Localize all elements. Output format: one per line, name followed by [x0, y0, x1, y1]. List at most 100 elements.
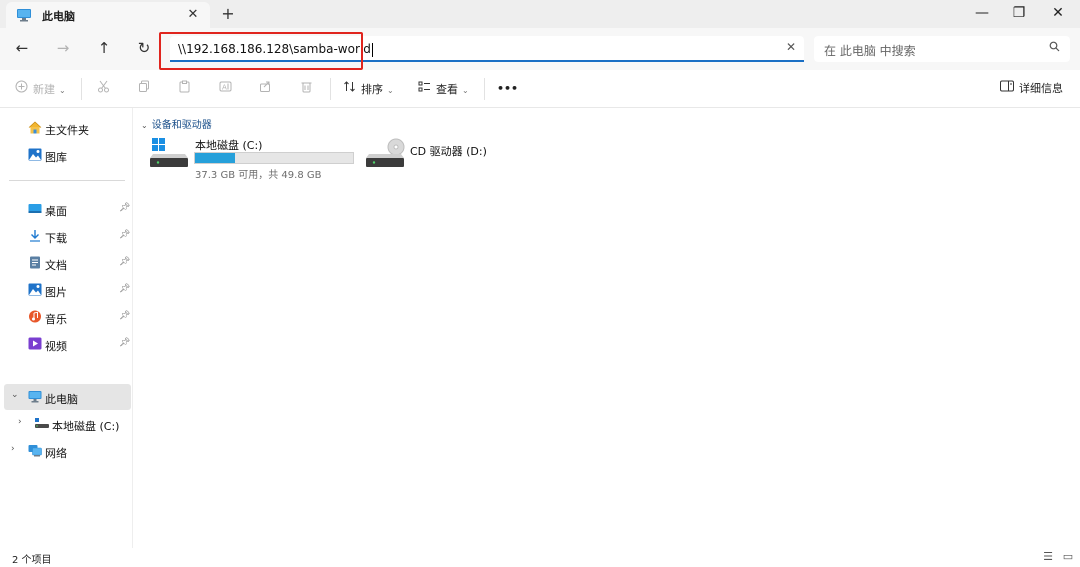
view-button[interactable]: 查看 ⌄	[417, 80, 469, 100]
chevron-down-icon[interactable]: ⌄	[11, 390, 19, 400]
up-button[interactable]: ↑	[92, 37, 116, 61]
view-icon	[417, 80, 431, 99]
sort-button[interactable]: 排序 ⌄	[342, 80, 394, 100]
navigation-bar: ← → ↑ ↻ \\192.168.186.128\samba-world ✕ …	[0, 28, 1080, 70]
details-view-icon[interactable]: ☰	[1040, 550, 1056, 564]
address-input[interactable]: \\192.168.186.128\samba-world	[178, 42, 373, 57]
network-icon	[28, 444, 42, 457]
copy-button[interactable]	[137, 80, 156, 100]
delete-button[interactable]	[299, 80, 318, 100]
search-box[interactable]: 在 此电脑 中搜索	[814, 36, 1070, 62]
chevron-right-icon[interactable]: ›	[11, 444, 15, 454]
sort-icon	[342, 80, 356, 99]
sidebar-item-pictures[interactable]: 图片 📌︎	[0, 277, 132, 303]
sidebar-item-this-pc[interactable]: ⌄ 此电脑	[4, 384, 131, 410]
share-button[interactable]	[258, 80, 277, 100]
new-button-label: 新建	[33, 83, 55, 96]
title-bar: 此电脑 ✕ + — ❐ ✕	[0, 0, 1080, 28]
sidebar-item-label: 视频	[45, 340, 67, 353]
sidebar-item-gallery[interactable]: 图库	[0, 142, 132, 168]
navigation-pane: 主文件夹 图库 桌面 📌︎ 下载 📌︎ 文档 📌︎ 图片 📌︎ 音乐 📌︎ 视频…	[0, 108, 133, 548]
svg-text:A: A	[222, 84, 227, 92]
copy-icon	[137, 80, 151, 99]
forward-button[interactable]: →	[51, 37, 75, 61]
paste-button[interactable]	[177, 80, 196, 100]
chevron-down-icon: ⌄	[387, 86, 394, 95]
tiles-view-icon[interactable]: ▭	[1060, 550, 1076, 564]
download-icon	[28, 229, 42, 242]
sidebar-item-label: 桌面	[45, 205, 67, 218]
text-caret	[371, 42, 373, 57]
search-icon[interactable]	[1049, 41, 1060, 55]
pin-icon[interactable]: 📌︎	[119, 284, 130, 294]
new-tab-button[interactable]: +	[216, 4, 240, 24]
pin-icon[interactable]: 📌︎	[119, 230, 130, 240]
chevron-down-icon: ⌄	[141, 121, 148, 130]
sidebar-divider	[9, 180, 125, 181]
maximize-button[interactable]: ❐	[999, 0, 1039, 28]
sidebar-item-documents[interactable]: 文档 📌︎	[0, 250, 132, 276]
sidebar-item-label: 文档	[45, 259, 67, 272]
drive-icon	[35, 417, 49, 430]
cut-button[interactable]	[96, 80, 115, 100]
sidebar-item-label: 网络	[45, 447, 67, 460]
chevron-right-icon[interactable]: ›	[18, 417, 22, 427]
share-icon	[258, 80, 272, 99]
pin-icon[interactable]: 📌︎	[119, 338, 130, 348]
back-button[interactable]: ←	[10, 37, 34, 61]
drive-item-c[interactable]: 本地磁盘 (C:) 37.3 GB 可用，共 49.8 GB	[150, 136, 360, 181]
sidebar-item-desktop[interactable]: 桌面 📌︎	[0, 196, 132, 222]
tab-title: 此电脑	[42, 10, 75, 23]
group-header-devices[interactable]: ⌄ 设备和驱动器	[141, 116, 212, 131]
chevron-down-icon: ⌄	[462, 86, 469, 95]
clear-address-button[interactable]: ✕	[786, 40, 796, 54]
sidebar-item-downloads[interactable]: 下载 📌︎	[0, 223, 132, 249]
details-pane-button[interactable]: 详细信息	[1000, 80, 1063, 100]
desktop-icon	[28, 202, 42, 215]
tab-this-pc[interactable]: 此电脑 ✕	[6, 2, 210, 28]
new-button[interactable]: 新建 ⌄	[14, 80, 66, 100]
sidebar-item-label: 此电脑	[45, 393, 78, 406]
view-label: 查看	[436, 83, 458, 96]
sidebar-item-home[interactable]: 主文件夹	[0, 115, 132, 141]
toolbar-divider	[330, 78, 331, 100]
group-header-label: 设备和驱动器	[151, 120, 212, 131]
cd-drive-icon	[366, 136, 406, 173]
pin-icon[interactable]: 📌︎	[119, 257, 130, 267]
drive-usage-bar	[194, 152, 354, 164]
trash-icon	[299, 80, 313, 99]
document-icon	[28, 256, 42, 269]
pin-icon[interactable]: 📌︎	[119, 311, 130, 321]
computer-icon	[16, 8, 32, 25]
home-icon	[28, 121, 42, 134]
refresh-button[interactable]: ↻	[132, 37, 156, 61]
chevron-down-icon: ⌄	[59, 86, 66, 95]
sidebar-item-local-disk-c[interactable]: › 本地磁盘 (C:)	[0, 411, 132, 437]
sort-label: 排序	[361, 83, 383, 96]
address-bar[interactable]: \\192.168.186.128\samba-world ✕	[170, 36, 804, 62]
sidebar-item-label: 主文件夹	[45, 124, 89, 137]
command-bar: 新建 ⌄ A 排序 ⌄ 查看 ⌄ ••• 详细信息	[0, 70, 1080, 108]
sidebar-item-music[interactable]: 音乐 📌︎	[0, 304, 132, 330]
sidebar-item-network[interactable]: › 网络	[0, 438, 132, 464]
status-bar: 2 个项目 ☰ ▭	[0, 548, 1080, 567]
hard-drive-icon	[150, 136, 190, 173]
sidebar-item-videos[interactable]: 视频 📌︎	[0, 331, 132, 357]
sidebar-item-label: 本地磁盘 (C:)	[52, 420, 120, 433]
tab-close-button[interactable]: ✕	[182, 5, 204, 25]
gallery-icon	[28, 148, 42, 161]
video-icon	[28, 337, 42, 350]
details-label: 详细信息	[1019, 82, 1063, 95]
drive-name: CD 驱动器 (D:)	[410, 145, 487, 158]
minimize-button[interactable]: —	[962, 0, 1002, 28]
drive-item-d[interactable]: CD 驱动器 (D:)	[366, 136, 496, 172]
item-count: 2 个项目	[12, 555, 52, 566]
sidebar-item-label: 图片	[45, 286, 67, 299]
drive-name: 本地磁盘 (C:)	[195, 139, 263, 152]
more-options-button[interactable]: •••	[497, 80, 518, 100]
close-window-button[interactable]: ✕	[1038, 0, 1078, 28]
rename-icon: A	[218, 80, 232, 99]
drive-free-space: 37.3 GB 可用，共 49.8 GB	[195, 170, 322, 181]
rename-button[interactable]: A	[218, 80, 237, 100]
pin-icon[interactable]: 📌︎	[119, 203, 130, 213]
